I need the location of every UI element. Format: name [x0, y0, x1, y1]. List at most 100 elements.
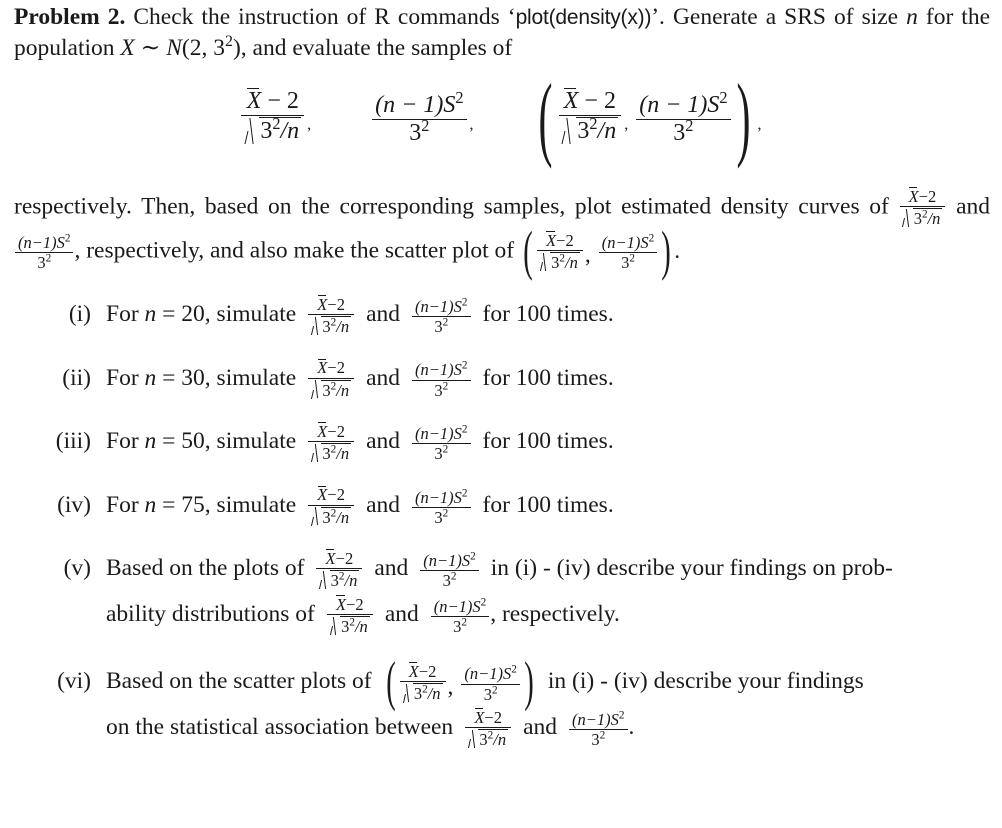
fraction-chisq-inline: (n−1)S2 32: [420, 551, 479, 590]
display-term-pair: ( X − 2 32/n , (n − 1)S2 32 ) ,: [534, 68, 762, 172]
big-paren-close: ): [658, 223, 674, 280]
sqrt-over-n: /n: [493, 730, 507, 750]
intro-sim-symbol: ∼: [140, 35, 161, 61]
chisq-num-exp: 2: [455, 87, 464, 107]
fraction-zscore-inline: X−2 32/n: [308, 485, 355, 529]
fraction-zscore-inline: X−2 32/n: [326, 594, 373, 639]
comma-inside-pair: ,: [447, 674, 454, 701]
sqrt-expression: 32/n: [468, 729, 509, 750]
x-bar-symbol: X: [336, 594, 347, 614]
paren-close-glyph: ): [524, 651, 534, 713]
chisq-denominator: 3: [434, 444, 443, 464]
list-item-label: (ii): [62, 364, 91, 391]
sqrt-expression: 32/n: [311, 443, 352, 462]
minus-two: − 2: [584, 88, 616, 114]
chisq-denominator: 3: [409, 119, 422, 146]
item-v-lead: Based on the plots of: [106, 555, 305, 582]
list-item-body: For n = 20, simulate X−2 32/n and (n−1)S…: [106, 292, 1002, 338]
item-and: and: [366, 428, 401, 455]
x-bar-symbol: X: [325, 548, 336, 568]
chisq-numerator: (n−1)S: [601, 233, 649, 253]
radicand: 32/n: [550, 252, 580, 271]
x-bar-symbol: X: [908, 187, 919, 206]
item-simulate: , simulate: [204, 301, 297, 327]
paren-open-glyph: (: [523, 221, 533, 283]
chisq-numerator: (n−1)S: [433, 596, 481, 616]
r-command-code: plot(density(x)): [515, 6, 652, 29]
fraction-numerator: X−2: [314, 485, 348, 504]
fraction-chisq: (n − 1)S2 32: [636, 89, 731, 146]
problem-heading: Problem 2.: [14, 4, 126, 30]
chisq-num-exp: 2: [461, 487, 468, 500]
item-n-value: 50: [181, 428, 205, 455]
intro-cal-N: N: [166, 35, 182, 61]
fraction-numerator: (n − 1)S2: [636, 89, 730, 119]
intro-dist-close: ), and evaluate the samples of: [232, 35, 513, 61]
fraction-denominator: 32: [412, 316, 471, 335]
chisq-numerator: (n−1)S: [415, 360, 462, 380]
chisq-den-exp: 2: [45, 252, 52, 265]
radical-sign-icon: [330, 616, 340, 635]
item-prefix: For: [106, 428, 145, 455]
x-bar-symbol: X: [317, 358, 328, 378]
display-term-chisq: (n − 1)S2 32 ,: [371, 89, 474, 146]
fraction-numerator: X−2: [543, 231, 577, 250]
minus-two: −2: [346, 594, 364, 614]
sqrt-expression: 32/n: [244, 116, 302, 145]
minus-two: −2: [556, 230, 574, 250]
sqrt-over-n: /n: [280, 118, 300, 145]
radicand: 32/n: [321, 379, 352, 399]
list-item-label: (v): [63, 555, 91, 582]
x-bar-symbol: X: [546, 230, 557, 250]
chisq-numerator: (n−1)S: [415, 487, 462, 507]
sqrt-expression: 32/n: [403, 683, 443, 704]
inline-pair-group: ( X−2 32/n , (n−1)S2 32 ).: [520, 223, 680, 280]
fraction-zscore-inline: X−2 32/n: [316, 548, 363, 593]
comma-after-term3: ,: [757, 116, 762, 134]
fraction-chisq-inline: (n−1)S2 32: [412, 297, 471, 336]
chisq-den-exp: 2: [629, 252, 635, 265]
respectively-paragraph: respectively. Then, based on the corresp…: [14, 186, 990, 281]
fraction-zscore-inline: X−2 32/n: [308, 294, 355, 339]
sqrt-over-n: /n: [336, 316, 350, 336]
item-var-n: n: [144, 301, 157, 327]
fraction-numerator: X−2: [471, 708, 505, 727]
item-var-n: n: [144, 364, 157, 391]
item-simulate: , simulate: [204, 491, 297, 518]
sqrt-base: 3: [913, 209, 922, 229]
item-and: and: [366, 301, 401, 327]
x-bar-symbol: X: [317, 421, 328, 441]
minus-two: −2: [327, 358, 345, 378]
fraction-chisq: (n − 1)S2 32: [372, 89, 467, 146]
list-item-body: For n = 75, simulate X−2 32/n and (n−1)S…: [106, 483, 1002, 529]
item-n-value: 30: [181, 364, 205, 391]
item-equals: =: [156, 428, 182, 455]
radicand: 32/n: [412, 683, 443, 704]
chisq-num-exp: 2: [461, 423, 468, 436]
intro-dist-args: (2, 3: [181, 35, 225, 61]
chisq-numerator: (n − 1)S: [375, 91, 456, 118]
intro-var-n: n: [906, 4, 918, 30]
x-bar-symbol: X: [317, 294, 328, 314]
chisq-denominator: 3: [483, 684, 492, 704]
radicand: 32/n: [321, 506, 352, 526]
chisq-num-exp: 2: [480, 596, 487, 609]
sqrt-expression: 32/n: [311, 506, 352, 526]
item-v-line2-tail: , respectively.: [490, 600, 620, 627]
radical-sign-icon: [540, 252, 550, 271]
big-paren-close: ): [732, 68, 756, 172]
fraction-denominator: 32/n: [316, 568, 363, 593]
inline-pair-group: ( X−2 32/n , (n−1)S2 32 ): [383, 652, 537, 713]
minus-two: −2: [484, 707, 502, 727]
sqrt-expression: 32/n: [562, 116, 619, 144]
item-n-value: 75: [181, 491, 205, 518]
item-vi-lead: Based on the scatter plots of: [106, 668, 372, 695]
fraction-numerator: (n−1)S2: [15, 233, 73, 252]
sqrt-over-n: /n: [344, 571, 358, 591]
item-v-middle: in (i) - (iv) describe your findings on …: [490, 555, 893, 582]
fraction-numerator: X−2: [406, 662, 440, 681]
fraction-chisq-inline: (n−1)S2 32: [412, 423, 471, 464]
sqrt-over-n: /n: [427, 684, 441, 704]
fraction-numerator: X − 2: [561, 88, 619, 115]
item-var-n: n: [144, 491, 157, 518]
